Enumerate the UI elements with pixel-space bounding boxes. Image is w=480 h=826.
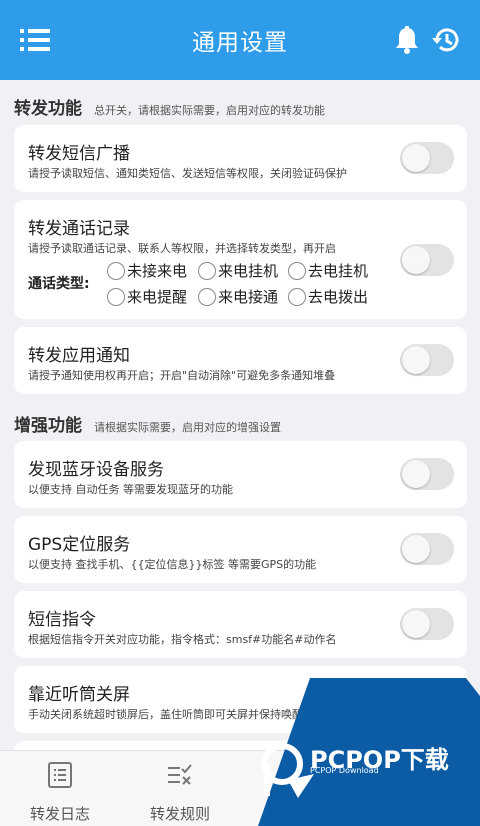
radio-outgoing-hangup[interactable]: 去电挂机 [288, 260, 368, 281]
sms-command-toggle[interactable] [400, 608, 454, 640]
radio-label: 来电挂机 [218, 262, 279, 280]
settings-content: 转发功能 总开关，请根据实际需要，启用对应的转发功能 转发短信广播 请授予读取短… [0, 80, 480, 750]
toggle-knob [402, 610, 430, 638]
radio-circle [288, 261, 306, 280]
menu-icon[interactable] [20, 28, 50, 52]
app-notify-toggle[interactable] [400, 344, 454, 376]
radio-label: 去电挂机 [308, 262, 369, 280]
radio-label: 来电接通 [218, 288, 279, 306]
card-title: 转发应用通知 [28, 346, 130, 366]
card-title: 转发通话记录 [28, 219, 130, 239]
radio-circle [107, 261, 125, 280]
radio-label: 来电提醒 [127, 288, 188, 306]
log-list-icon [48, 762, 72, 788]
card-desc: 请授予读取通话记录、联系人等权限，并选择转发类型，再开启 [28, 242, 336, 255]
history-icon[interactable] [431, 25, 461, 55]
card-sms-command: 短信指令 根据短信指令开关对应功能，指令格式：smsf#功能名#动作名 [14, 591, 467, 658]
radio-label: 去电拨出 [308, 288, 369, 306]
nav-forward-log[interactable]: 转发日志 [0, 751, 120, 826]
card-title: GPS定位服务 [28, 535, 131, 555]
call-type-label: 通话类型: [28, 276, 90, 292]
radio-circle [107, 287, 125, 306]
section-title: 增强功能 [14, 416, 82, 436]
watermark-sub: PCPOP Download [310, 766, 379, 775]
card-gps: GPS定位服务 以便支持 查找手机、{{定位信息}}标签 等需要GPS的功能 [14, 516, 467, 583]
radio-circle [198, 261, 216, 280]
card-title: 靠近听筒关屏 [28, 685, 130, 705]
nav-label: 转发规则 [149, 805, 210, 823]
section-enhance: 增强功能 请根据实际需要，启用对应的增强设置 [14, 411, 281, 436]
section-forward: 转发功能 总开关，请根据实际需要，启用对应的转发功能 [14, 94, 325, 119]
card-call-forward: 转发通话记录 请授予读取通话记录、联系人等权限，并选择转发类型，再开启 通话类型… [14, 200, 467, 319]
toggle-knob [402, 535, 430, 563]
bluetooth-toggle[interactable] [400, 458, 454, 490]
radio-incoming-alert[interactable]: 来电提醒 [107, 286, 187, 307]
page-title: 通用设置 [192, 30, 288, 56]
toggle-knob [402, 246, 430, 274]
radio-circle [198, 287, 216, 306]
nav-label: 转发日志 [29, 805, 90, 823]
gps-toggle[interactable] [400, 533, 454, 565]
radio-circle [288, 287, 306, 306]
radio-outgoing-dial[interactable]: 去电拨出 [288, 286, 368, 307]
section-hint: 请根据实际需要，启用对应的增强设置 [94, 421, 281, 434]
bell-icon[interactable] [394, 26, 420, 54]
toggle-knob [402, 460, 430, 488]
card-sms-forward: 转发短信广播 请授予读取短信、通知类短信、发送短信等权限，关闭验证码保护 [14, 125, 467, 192]
toggle-knob [402, 346, 430, 374]
radio-missed-call[interactable]: 未接来电 [107, 260, 187, 281]
watermark-logo: PCPOP下载 PCPOP Download [258, 678, 480, 826]
rules-check-icon [168, 764, 192, 785]
card-desc: 请授予读取短信、通知类短信、发送短信等权限，关闭验证码保护 [28, 167, 347, 180]
card-desc: 以便支持 自动任务 等需要发现蓝牙的功能 [28, 483, 233, 496]
section-title: 转发功能 [14, 99, 82, 119]
nav-forward-rules[interactable]: 转发规则 [120, 751, 240, 826]
card-title: 短信指令 [28, 610, 96, 630]
call-forward-toggle[interactable] [400, 244, 454, 276]
card-desc: 请授予通知使用权再开启；开启"自动消除"可避免多条通知堆叠 [28, 369, 336, 382]
toggle-knob [402, 144, 430, 172]
card-title: 转发短信广播 [28, 144, 130, 164]
card-app-notify: 转发应用通知 请授予通知使用权再开启；开启"自动消除"可避免多条通知堆叠 [14, 327, 467, 394]
card-title: 发现蓝牙设备服务 [28, 460, 164, 480]
card-desc: 以便支持 查找手机、{{定位信息}}标签 等需要GPS的功能 [28, 558, 317, 571]
card-desc: 根据短信指令开关对应功能，指令格式：smsf#功能名#动作名 [28, 633, 337, 646]
top-app-bar: 通用设置 [0, 0, 480, 80]
radio-incoming-hangup[interactable]: 来电挂机 [198, 260, 278, 281]
section-hint: 总开关，请根据实际需要，启用对应的转发功能 [94, 104, 325, 117]
sms-forward-toggle[interactable] [400, 142, 454, 174]
radio-label: 未接来电 [127, 262, 188, 280]
radio-incoming-answered[interactable]: 来电接通 [198, 286, 278, 307]
card-bluetooth: 发现蓝牙设备服务 以便支持 自动任务 等需要发现蓝牙的功能 [14, 441, 467, 508]
